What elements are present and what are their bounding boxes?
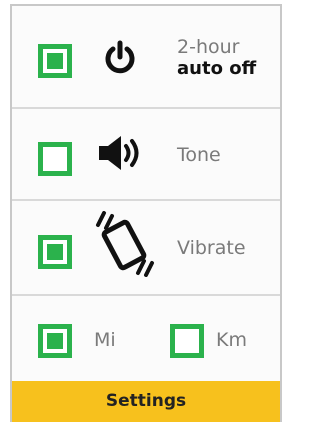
setting-row-tone[interactable]: Tone — [12, 109, 280, 201]
mi-label: Mi — [94, 329, 116, 351]
checkbox-checked-fill — [47, 244, 63, 260]
auto-off-label-line1: 2-hour — [177, 36, 240, 58]
vibrate-icon — [96, 211, 154, 277]
setting-row-vibrate[interactable]: Vibrate — [12, 201, 280, 296]
auto-off-checkbox[interactable] — [38, 44, 72, 78]
units-row: Mi Km — [12, 296, 280, 383]
setting-row-auto-off[interactable]: 2-hour auto off — [12, 6, 280, 109]
vibrate-checkbox[interactable] — [38, 235, 72, 269]
km-label: Km — [216, 329, 247, 351]
speaker-icon — [99, 136, 139, 170]
checkbox-checked-fill — [47, 53, 63, 69]
tone-checkbox[interactable] — [38, 142, 72, 176]
auto-off-label: 2-hour auto off — [177, 36, 256, 80]
mi-checkbox[interactable] — [38, 324, 72, 358]
vibrate-label: Vibrate — [177, 237, 246, 259]
auto-off-label-line2: auto off — [177, 58, 257, 79]
tone-label: Tone — [177, 144, 221, 166]
settings-footer-title: Settings — [12, 381, 280, 422]
power-icon — [105, 40, 135, 74]
checkbox-checked-fill — [47, 333, 63, 349]
settings-screen: 2-hour auto off Tone Vibrate Mi Km Setti… — [10, 4, 282, 422]
km-checkbox[interactable] — [170, 324, 204, 358]
